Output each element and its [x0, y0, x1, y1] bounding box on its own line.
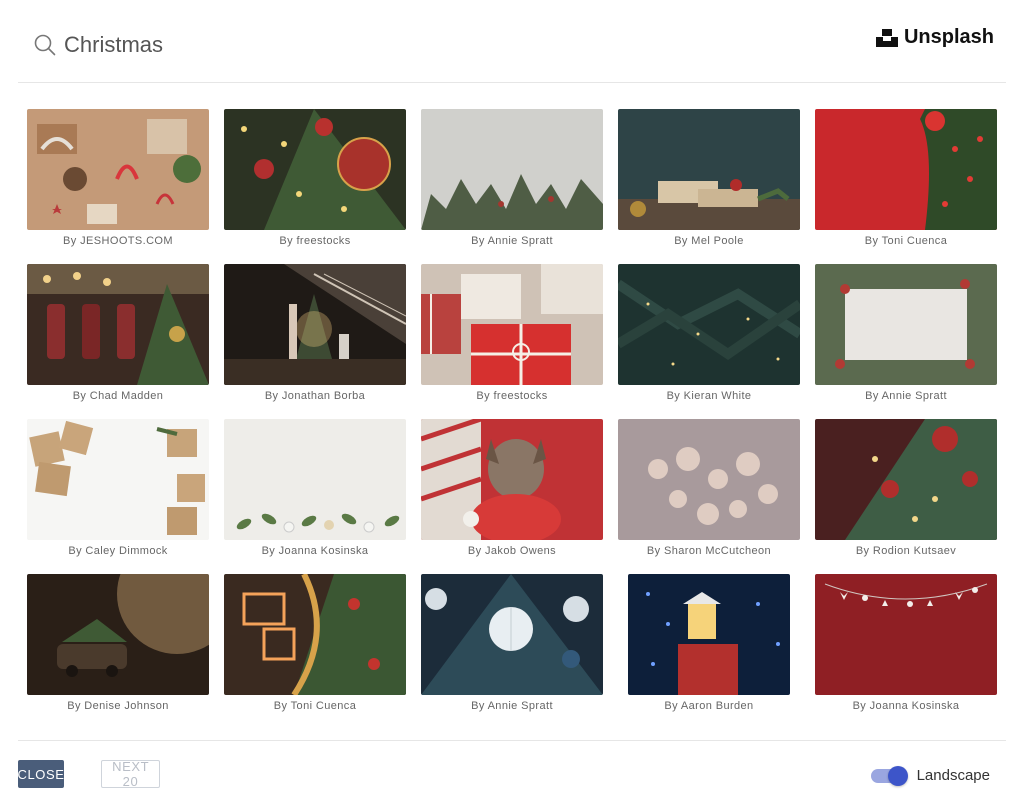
- photo-thumbnail[interactable]: [224, 419, 406, 540]
- search-input[interactable]: [64, 32, 284, 58]
- photo-credit: By Joanna Kosinska: [852, 700, 960, 712]
- dialog-footer: CLOSE NEXT 20 Landscape: [17, 740, 1006, 806]
- photo-credit: By Toni Cuenca: [864, 235, 948, 247]
- photo-thumbnail[interactable]: [27, 264, 209, 385]
- next-20-button[interactable]: NEXT 20: [101, 759, 160, 789]
- photo-thumbnail[interactable]: [224, 264, 406, 385]
- photo-tile[interactable]: By Annie Spratt: [421, 574, 603, 712]
- photo-tile[interactable]: By Joanna Kosinska: [224, 419, 406, 557]
- photo-credit: By Annie Spratt: [471, 235, 553, 247]
- photo-tile[interactable]: By Jonathan Borba: [224, 264, 406, 402]
- photo-tile[interactable]: By freestocks: [224, 109, 406, 247]
- photo-credit: By Toni Cuenca: [273, 700, 357, 712]
- photo-thumbnail[interactable]: [815, 574, 997, 695]
- dialog-header: Unsplash: [18, 0, 1006, 83]
- photo-credit: By Annie Spratt: [865, 390, 947, 402]
- search-icon: [34, 34, 56, 56]
- photo-tile[interactable]: By Rodion Kutsaev: [815, 419, 997, 557]
- photo-thumbnail[interactable]: [815, 264, 997, 385]
- photo-credit: By Kieran White: [666, 390, 752, 402]
- photo-tile[interactable]: By Denise Johnson: [27, 574, 209, 712]
- unsplash-logo-icon: [875, 28, 898, 47]
- landscape-toggle[interactable]: [870, 765, 908, 786]
- photo-tile[interactable]: By Joanna Kosinska: [815, 574, 997, 712]
- photo-thumbnail[interactable]: [618, 419, 800, 540]
- photo-tile[interactable]: By Caley Dimmock: [27, 419, 209, 557]
- photo-credit: By Sharon McCutcheon: [646, 545, 772, 557]
- photo-tile[interactable]: By Annie Spratt: [815, 264, 997, 402]
- photo-thumbnail[interactable]: [815, 419, 997, 540]
- photo-thumbnail[interactable]: [27, 109, 209, 230]
- photo-credit: By Chad Madden: [72, 390, 164, 402]
- photo-credit: By JESHOOTS.COM: [63, 235, 173, 247]
- landscape-toggle-group: Landscape: [870, 765, 990, 786]
- photo-tile[interactable]: By JESHOOTS.COM: [27, 109, 209, 247]
- photo-tile[interactable]: By freestocks: [421, 264, 603, 402]
- photo-thumbnail[interactable]: [815, 109, 997, 230]
- photo-tile[interactable]: By Aaron Burden: [618, 574, 800, 712]
- photo-tile[interactable]: By Toni Cuenca: [815, 109, 997, 247]
- photo-grid: By JESHOOTS.COM By freestocks By Annie S…: [27, 109, 997, 712]
- photo-thumbnail[interactable]: [27, 574, 209, 695]
- photo-thumbnail[interactable]: [27, 419, 209, 540]
- photo-tile[interactable]: By Kieran White: [618, 264, 800, 402]
- photo-tile[interactable]: By Sharon McCutcheon: [618, 419, 800, 557]
- photo-thumbnail[interactable]: [224, 574, 406, 695]
- photo-credit: By freestocks: [476, 390, 548, 402]
- photo-thumbnail[interactable]: [618, 109, 800, 230]
- photo-tile[interactable]: By Mel Poole: [618, 109, 800, 247]
- unsplash-logo: Unsplash: [875, 26, 994, 49]
- toggle-knob: [887, 765, 908, 786]
- photo-thumbnail[interactable]: [421, 574, 603, 695]
- photo-tile[interactable]: By Annie Spratt: [421, 109, 603, 247]
- photo-credit: By Rodion Kutsaev: [855, 545, 957, 557]
- photo-credit: By Denise Johnson: [67, 700, 169, 712]
- close-button[interactable]: CLOSE: [17, 760, 64, 788]
- photo-tile[interactable]: By Chad Madden: [27, 264, 209, 402]
- photo-credit: By Joanna Kosinska: [261, 545, 369, 557]
- photo-credit: By Jakob Owens: [467, 545, 557, 557]
- photo-credit: By Caley Dimmock: [68, 545, 168, 557]
- search-bar: [34, 32, 284, 58]
- photo-thumbnail[interactable]: [628, 574, 790, 695]
- photo-tile[interactable]: By Jakob Owens: [421, 419, 603, 557]
- landscape-label: Landscape: [916, 767, 990, 784]
- photo-tile[interactable]: By Toni Cuenca: [224, 574, 406, 712]
- photo-credit: By Annie Spratt: [471, 700, 553, 712]
- photo-thumbnail[interactable]: [421, 109, 603, 230]
- photo-thumbnail[interactable]: [224, 109, 406, 230]
- photo-credit: By freestocks: [279, 235, 351, 247]
- photo-credit: By Mel Poole: [674, 235, 744, 247]
- photo-thumbnail[interactable]: [421, 264, 603, 385]
- photo-thumbnail[interactable]: [618, 264, 800, 385]
- photo-credit: By Aaron Burden: [664, 700, 754, 712]
- brand-name: Unsplash: [903, 26, 994, 48]
- photo-credit: By Jonathan Borba: [264, 390, 366, 402]
- unsplash-picker-dialog: Unsplash By JESHOOTS.COM: [0, 0, 1024, 806]
- photo-thumbnail[interactable]: [421, 419, 603, 540]
